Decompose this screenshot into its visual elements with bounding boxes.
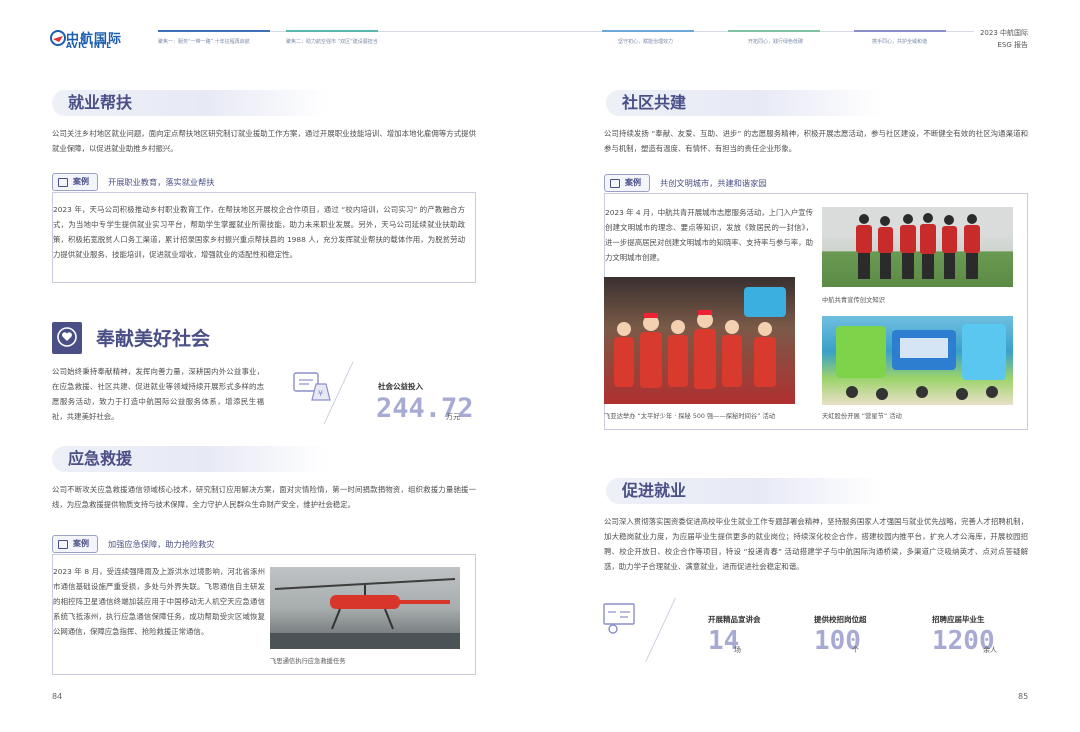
section-title-community: 社区共建: [606, 90, 882, 116]
promote-stat-unit-2: 个: [852, 646, 859, 654]
logo-icon: [50, 30, 66, 46]
photo-caption-volunteers: 中航共青宣传创文知识: [822, 297, 885, 304]
photo-caption-drone: 飞思通信执行应急救援任务: [270, 658, 346, 665]
case-title-community: 共创文明城市，共建和谐家园: [660, 178, 767, 188]
logo-english: AVIC INTL: [66, 41, 112, 50]
promote-stat-label-2: 提供校招岗位超: [814, 615, 867, 624]
case-text-emergency: 2023 年 8 月，受连续强降雨及上游洪水过境影响，河北省涿州市通信基础设施严…: [53, 567, 265, 636]
volunteers-image: [822, 207, 1013, 279]
section-title-promote-employment: 促进就业: [606, 478, 882, 504]
nav-seg-1[interactable]: [158, 30, 270, 32]
nav-label-2[interactable]: 聚焦二：助力航空强市 “双区”建设展担当: [286, 38, 378, 45]
chapter-nav: 聚焦一：服务“一带一路” 十年征程再启航 聚焦二：助力航空强市 “双区”建设展担…: [158, 30, 974, 45]
emergency-intro: 公司不断攻关应急救援通信领域核心技术，研究制订应用解决方案，面对灾情险情，第一时…: [52, 485, 476, 509]
photo-kids-event: [604, 277, 795, 404]
photo-store-event: [822, 316, 1013, 405]
nav-seg-5[interactable]: [854, 30, 946, 32]
photo-volunteers-group: [822, 207, 1013, 287]
nav-seg-2[interactable]: [286, 30, 378, 32]
donation-icon: ¥: [293, 372, 331, 401]
society-stat-unit: 万元: [446, 413, 460, 421]
presentation-icon: [603, 603, 635, 634]
nav-label-1[interactable]: 聚焦一：服务“一带一路” 十年征程再启航: [158, 38, 250, 45]
society-stat-label: 社会公益投入: [378, 382, 423, 391]
nav-seg-3[interactable]: [602, 30, 694, 32]
case-title-employment: 开展职业教育，落实就业帮扶: [108, 177, 215, 187]
case-tag: 案例: [52, 535, 98, 553]
page-number-right: 85: [1018, 692, 1029, 701]
section-title-emergency: 应急救援: [52, 446, 328, 472]
promote-stat-unit-1: 场: [734, 646, 741, 654]
nav-label-5[interactable]: 携手同心，共护全域和谐: [872, 38, 927, 45]
photo-caption-store: 天虹股份开展 “营星节” 活动: [822, 413, 902, 420]
case-book-icon: [58, 540, 68, 549]
heart-icon: [57, 327, 77, 347]
promote-stat-label-1: 开展精品宣讲会: [708, 615, 761, 624]
nav-seg-4[interactable]: [728, 30, 820, 32]
photo-caption-kids: 飞亚达举办 “太平好少年 · 探秘 500 强——探秘时间谷” 活动: [604, 413, 776, 420]
nav-label-3[interactable]: 坚守初心，赋能治理效力: [618, 38, 673, 45]
divider: [645, 598, 676, 662]
section-title-society: 奉献美好社会: [96, 328, 211, 350]
case-header-employment: 案例 开展职业教育，落实就业帮扶: [52, 173, 476, 193]
page-number-left: 84: [52, 692, 63, 701]
store-event-image: [836, 324, 1006, 400]
case-tag: 案例: [604, 174, 650, 192]
case-header-emergency: 案例 加强应急保障，助力抢险救灾: [52, 535, 476, 555]
society-badge-icon: [52, 322, 82, 354]
report-year: 2023 中航国际: [979, 29, 1028, 37]
case-tag: 案例: [52, 173, 98, 191]
case-text-community: 2023 年 4 月，中航共青开展城市志愿服务活动，上门入户宣传创建文明城市的理…: [605, 208, 813, 262]
case-box-employment: 2023 年，天马公司积极推动乡村职业教育工作，在帮扶地区开展校企合作项目，通过…: [52, 193, 476, 283]
case-text-employment: 2023 年，天马公司积极推动乡村职业教育工作，在帮扶地区开展校企合作项目，通过…: [53, 205, 465, 259]
report-name: ESG 报告: [997, 41, 1028, 49]
case-book-icon: [610, 179, 620, 188]
promote-stat-label-3: 招聘应届毕业生: [932, 615, 985, 624]
helicopter-drone-image: [270, 578, 460, 649]
kids-crowd-image: [614, 287, 786, 389]
case-header-community: 案例 共创文明城市，共建和谐家园: [604, 174, 1028, 194]
case-book-icon: [58, 178, 68, 187]
svg-text:¥: ¥: [318, 389, 323, 398]
promote-stat-unit-3: 余人: [983, 646, 997, 654]
employment-help-intro: 公司关注乡村地区就业问题，面向定点帮扶地区研究制订就业援助工作方案，通过开展职业…: [52, 129, 476, 153]
section-title-employment-help: 就业帮扶: [52, 90, 328, 116]
society-intro: 公司始终秉持奉献精神，发挥向善力量，深耕国内外公益事业，在应急救援、社区共建、促…: [52, 367, 264, 421]
community-intro: 公司持续发扬 “奉献、友爱、互助、进步” 的志愿服务精神，积极开展志愿活动，参与…: [604, 129, 1028, 153]
nav-label-4[interactable]: 开拓同心，践行绿色低碳: [748, 38, 803, 45]
case-title-emergency: 加强应急保障，助力抢险救灾: [108, 539, 215, 549]
nav-track: [158, 31, 974, 32]
photo-drone-rescue: [270, 567, 460, 649]
promote-intro: 公司深入贯彻落实国资委促进高校毕业生就业工作专题部署会精神，坚持服务国家人才强国…: [604, 517, 1028, 571]
